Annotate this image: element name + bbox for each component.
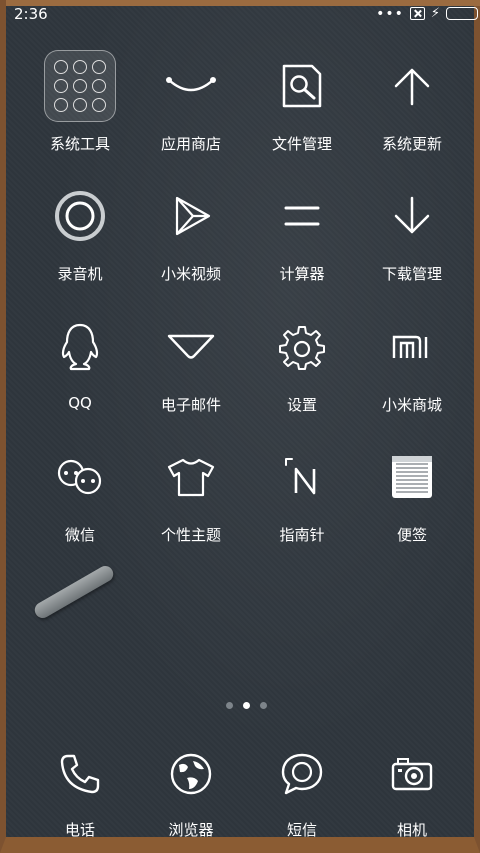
mi-logo-icon [374,309,450,385]
notification-dots-icon: ••• [376,5,404,22]
app-compass[interactable]: 指南针 [242,439,362,559]
app-label: 设置 [286,396,317,414]
app-mi-mall[interactable]: 小米商城 [352,309,472,429]
page-dot[interactable] [225,702,233,709]
record-circle-icon [42,178,118,254]
app-label: 指南针 [279,526,325,544]
status-time: 2:36 [14,5,48,23]
app-downloads[interactable]: 下载管理 [352,178,472,298]
smile-arc-icon [153,48,229,124]
status-icons: ••• ⚡ [376,6,478,21]
app-app-store[interactable]: 应用商店 [131,48,251,168]
app-email[interactable]: 电子邮件 [131,309,251,429]
app-recorder[interactable]: 录音机 [20,178,140,298]
chat-bubble-icon [264,740,340,808]
charging-icon: ⚡ [430,6,440,21]
gear-icon [264,309,340,385]
chalk-stick-decoration [31,563,117,621]
equals-icon [264,178,340,254]
page-dot-active[interactable] [242,702,250,709]
envelope-icon [153,309,229,385]
app-label: 系统更新 [381,135,442,153]
app-file-manager[interactable]: 文件管理 [242,48,362,168]
dock-camera[interactable]: 相机 [352,740,472,840]
app-label: 录音机 [57,265,103,283]
wechat-icon [42,439,118,515]
dock-label: 电话 [64,821,95,839]
app-label: QQ [68,394,92,412]
page-indicator [6,702,480,709]
app-system-update[interactable]: 系统更新 [352,48,472,168]
dock-phone[interactable]: 电话 [20,740,140,840]
camera-icon [374,740,450,808]
app-label: 电子邮件 [160,396,221,414]
notepad-icon [374,439,450,515]
sim-absent-icon [409,7,425,20]
globe-icon [153,740,229,808]
app-label: 应用商店 [160,135,221,153]
dock-messages[interactable]: 短信 [242,740,362,840]
compass-n-icon [264,439,340,515]
dock-browser[interactable]: 浏览器 [131,740,251,840]
app-label: 计算器 [279,265,325,283]
app-label: 便签 [396,526,427,544]
app-mi-video[interactable]: 小米视频 [131,178,251,298]
arrow-up-icon [374,48,450,124]
dock-label: 浏览器 [168,821,214,839]
app-wechat[interactable]: 微信 [20,439,140,559]
folder-icon [42,48,118,124]
home-screen: 2:36 ••• ⚡ 系统工具 应用商店 文件管理 系统更新 录音机 小米视频 … [0,0,480,853]
file-search-icon [264,48,340,124]
page-dot[interactable] [259,702,267,709]
battery-icon [446,7,478,20]
phone-icon [42,740,118,808]
app-themes[interactable]: 个性主题 [131,439,251,559]
app-label: 下载管理 [381,265,442,283]
app-qq[interactable]: QQ [20,309,140,429]
dock-label: 短信 [286,821,317,839]
play-triangle-icon [153,178,229,254]
app-notes[interactable]: 便签 [352,439,472,559]
dock-label: 相机 [396,821,427,839]
status-bar: 2:36 ••• ⚡ [6,0,480,28]
app-label: 系统工具 [49,135,110,153]
app-label: 小米商城 [381,396,442,414]
app-label: 微信 [64,526,95,544]
app-calculator[interactable]: 计算器 [242,178,362,298]
app-system-tools[interactable]: 系统工具 [20,48,140,168]
penguin-icon [42,309,118,385]
app-label: 文件管理 [271,135,332,153]
app-label: 小米视频 [160,265,221,283]
tshirt-icon [153,439,229,515]
app-settings[interactable]: 设置 [242,309,362,429]
app-label: 个性主题 [160,526,221,544]
arrow-down-icon [374,178,450,254]
